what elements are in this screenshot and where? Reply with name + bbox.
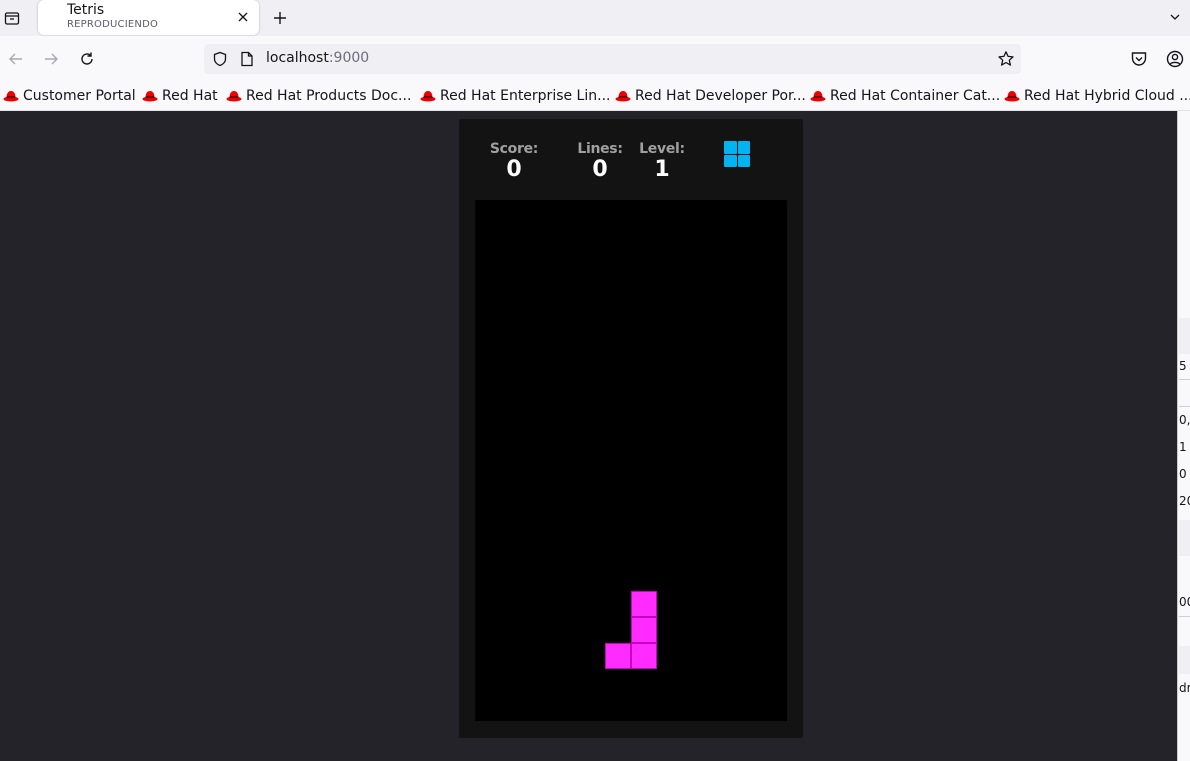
panel-block xyxy=(1179,646,1190,674)
redhat-icon xyxy=(142,91,158,102)
redhat-icon xyxy=(420,91,436,102)
bookmark-label: Red Hat Developer Por... xyxy=(635,88,806,104)
bookmark-red-hat-hybrid-cloud[interactable]: Red Hat Hybrid Cloud ... xyxy=(1004,86,1190,106)
tab-strip: Tetris REPRODUCIENDO xyxy=(0,0,1190,36)
active-piece-block xyxy=(631,617,657,643)
panel-block xyxy=(1179,520,1190,556)
forward-arrow-icon[interactable] xyxy=(41,49,61,69)
side-panel-edge: 5 0,5 1 0 20 00 dr xyxy=(1177,111,1190,761)
level-value: 1 xyxy=(654,157,670,182)
bookmark-red-hat-enterprise-linux[interactable]: Red Hat Enterprise Lin... xyxy=(420,86,610,106)
url-port: :9000 xyxy=(328,50,370,66)
tetris-game: Score: 0 Lines: 0 Level: 1 xyxy=(459,119,803,738)
reload-icon[interactable] xyxy=(77,49,97,69)
bookmark-label: Red Hat xyxy=(162,88,218,104)
url-host: localhost xyxy=(266,50,329,66)
redhat-icon xyxy=(3,91,19,102)
panel-divider xyxy=(1179,379,1190,380)
bookmark-red-hat[interactable]: Red Hat xyxy=(142,86,218,106)
url-text[interactable]: localhost:9000 xyxy=(266,50,369,66)
bookmark-label: Red Hat Hybrid Cloud ... xyxy=(1024,88,1190,104)
panel-value: 0,5 xyxy=(1179,413,1190,427)
score-display: Score: 0 xyxy=(487,141,541,181)
lines-value: 0 xyxy=(592,157,608,182)
active-piece-block xyxy=(631,643,657,669)
lines-label: Lines: xyxy=(577,141,623,157)
active-piece-block xyxy=(605,643,631,669)
redhat-icon xyxy=(810,91,826,102)
lines-display: Lines: 0 xyxy=(573,141,627,181)
bookmark-label: Customer Portal xyxy=(23,88,136,104)
bookmark-red-hat-products-doc[interactable]: Red Hat Products Doc... xyxy=(226,86,411,106)
score-label: Score: xyxy=(489,141,539,157)
bookmark-customer-portal[interactable]: Customer Portal xyxy=(3,86,136,106)
next-piece-block xyxy=(737,154,750,167)
redhat-icon xyxy=(615,91,631,102)
address-bar[interactable]: localhost:9000 xyxy=(204,44,1021,74)
redhat-icon xyxy=(226,91,242,102)
game-board[interactable] xyxy=(475,200,787,721)
bookmark-red-hat-developer-portal[interactable]: Red Hat Developer Por... xyxy=(615,86,806,106)
close-tab-icon[interactable] xyxy=(235,9,251,25)
bookmark-label: Red Hat Products Doc... xyxy=(246,88,412,104)
chevron-down-icon[interactable] xyxy=(1168,9,1182,25)
panel-value: 1 xyxy=(1179,440,1187,454)
panel-value: 20 xyxy=(1179,494,1190,508)
next-piece-block xyxy=(737,141,750,154)
bookmark-star-icon[interactable] xyxy=(997,50,1015,68)
panel-value: dr xyxy=(1179,681,1190,695)
panel-divider xyxy=(1179,616,1190,617)
tab-title: Tetris xyxy=(67,2,105,18)
navigation-toolbar: localhost:9000 xyxy=(0,36,1190,82)
panel-divider xyxy=(1179,406,1190,407)
score-value: 0 xyxy=(506,157,522,182)
panel-value: 00 xyxy=(1179,595,1190,609)
bookmarks-toolbar: Customer Portal Red Hat Red Hat Products… xyxy=(0,82,1190,111)
redhat-icon xyxy=(1004,91,1020,102)
level-label: Level: xyxy=(639,141,685,157)
level-display: Level: 1 xyxy=(635,141,689,181)
page-icon[interactable] xyxy=(240,51,254,67)
tab-playing-status: REPRODUCIENDO xyxy=(67,19,159,30)
panel-block xyxy=(1179,318,1190,354)
back-arrow-icon[interactable] xyxy=(6,49,26,69)
next-piece-block xyxy=(724,154,737,167)
panel-value: 0 xyxy=(1179,467,1187,481)
tab-tetris[interactable]: Tetris REPRODUCIENDO xyxy=(38,0,259,35)
tab-list-icon[interactable] xyxy=(2,8,22,28)
next-piece-preview xyxy=(724,141,751,168)
active-piece-block xyxy=(631,591,657,617)
page-content: Score: 0 Lines: 0 Level: 1 xyxy=(0,111,1177,761)
shield-icon[interactable] xyxy=(212,51,228,67)
bookmark-label: Red Hat Container Cat... xyxy=(830,88,1001,104)
bookmark-label: Red Hat Enterprise Lin... xyxy=(440,88,611,104)
panel-value: 5 xyxy=(1179,359,1187,373)
next-piece-block xyxy=(724,141,737,154)
new-tab-icon[interactable] xyxy=(270,8,290,28)
account-icon[interactable] xyxy=(1166,50,1184,68)
pocket-icon[interactable] xyxy=(1130,50,1148,68)
bookmark-red-hat-container-catalog[interactable]: Red Hat Container Cat... xyxy=(810,86,1000,106)
